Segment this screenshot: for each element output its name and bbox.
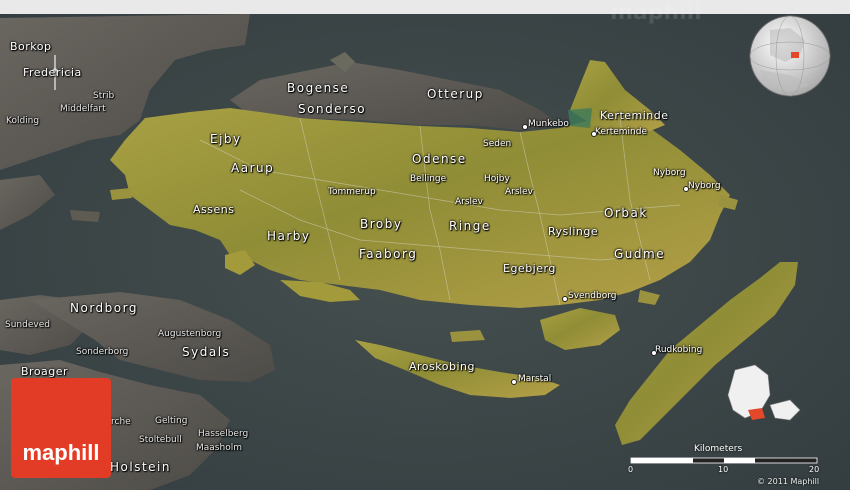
label-gelting: Gelting bbox=[155, 416, 188, 426]
label-rche: rche bbox=[111, 417, 131, 427]
label-nyborg-2: Nyborg bbox=[688, 181, 721, 191]
label-sonderso: Sonderso bbox=[298, 102, 367, 116]
maphill-logo[interactable]: maphill bbox=[11, 378, 111, 478]
label-hasselberg: Hasselberg bbox=[198, 429, 249, 439]
city-dot-nyborg bbox=[683, 186, 689, 192]
label-middelfart: Middelfart bbox=[60, 104, 106, 114]
label-assens: Assens bbox=[193, 203, 235, 216]
label-arslev-1: Arslev bbox=[505, 187, 533, 197]
label-sydals: Sydals bbox=[182, 345, 231, 359]
label-ryslinge: Ryslinge bbox=[548, 225, 599, 238]
label-svendborg: Svendborg bbox=[568, 291, 617, 301]
label-seden: Seden bbox=[483, 139, 512, 149]
scale-title: Kilometers bbox=[694, 444, 743, 454]
label-maasholm: Maasholm bbox=[196, 443, 242, 453]
label-kolding: Kolding bbox=[6, 116, 40, 126]
label-munkebo: Munkebo bbox=[528, 119, 569, 129]
city-dot-svendborg bbox=[562, 296, 568, 302]
label-harby: Harby bbox=[267, 229, 311, 243]
label-orbak: Orbak bbox=[604, 206, 648, 220]
label-odense: Odense bbox=[412, 152, 467, 166]
label-sundeved: Sundeved bbox=[5, 320, 50, 330]
label-strib: Strib bbox=[93, 91, 115, 101]
label-kerteminde: Kerteminde bbox=[595, 127, 647, 137]
label-stoltebull: Stoltebull bbox=[139, 435, 182, 445]
map-canvas[interactable]: maphill Bogense Sonderso Otterup Ejby Aa… bbox=[0, 0, 850, 490]
maphill-logo-text: maphill bbox=[22, 440, 100, 465]
label-broager: Broager bbox=[21, 365, 69, 378]
label-tommerup: Tommerup bbox=[328, 187, 376, 197]
label-faaborg: Faaborg bbox=[359, 247, 418, 261]
label-bogense: Bogense bbox=[287, 81, 350, 95]
label-kerteminde-region: Kerteminde bbox=[600, 109, 669, 122]
globe-inset bbox=[749, 15, 831, 97]
label-holstein: Holstein bbox=[110, 460, 171, 474]
label-arslev-2: Arslev bbox=[455, 197, 483, 207]
label-sonderborg: Sonderborg bbox=[76, 347, 129, 357]
label-bellinge: Bellinge bbox=[410, 174, 447, 184]
label-aarup: Aarup bbox=[231, 161, 275, 175]
label-otterup: Otterup bbox=[427, 87, 484, 101]
label-aroskobing: Aroskobing bbox=[409, 360, 475, 373]
label-nyborg-1: Nyborg bbox=[653, 168, 686, 178]
label-nordborg: Nordborg bbox=[70, 301, 138, 315]
scale-tick-10: 10 bbox=[718, 465, 729, 474]
city-dot-munkebo bbox=[522, 124, 528, 130]
label-ringe: Ringe bbox=[449, 219, 491, 233]
label-borkop: Borkop bbox=[10, 40, 52, 53]
city-dot-kerteminde bbox=[591, 131, 597, 137]
label-augustenborg: Augustenborg bbox=[158, 329, 222, 339]
label-broby: Broby bbox=[360, 217, 403, 231]
copyright-text: © 2011 Maphill bbox=[757, 477, 820, 486]
label-egebjerg: Egebjerg bbox=[503, 262, 556, 275]
scale-tick-20: 20 bbox=[809, 465, 820, 474]
label-hojby: Hojby bbox=[484, 174, 510, 184]
scale-legend: Kilometers 0 10 20 bbox=[628, 443, 820, 474]
label-marstal: Marstal bbox=[518, 374, 552, 384]
label-rudkobing: Rudkobing bbox=[655, 345, 703, 355]
label-gudme: Gudme bbox=[614, 247, 666, 261]
city-dot-marstal bbox=[511, 379, 517, 385]
watermark: maphill bbox=[610, 0, 702, 25]
city-dot-rudkobing bbox=[651, 350, 657, 356]
scale-tick-0: 0 bbox=[628, 465, 634, 474]
label-ejby: Ejby bbox=[210, 132, 242, 146]
label-fredericia: Fredericia bbox=[23, 66, 82, 79]
